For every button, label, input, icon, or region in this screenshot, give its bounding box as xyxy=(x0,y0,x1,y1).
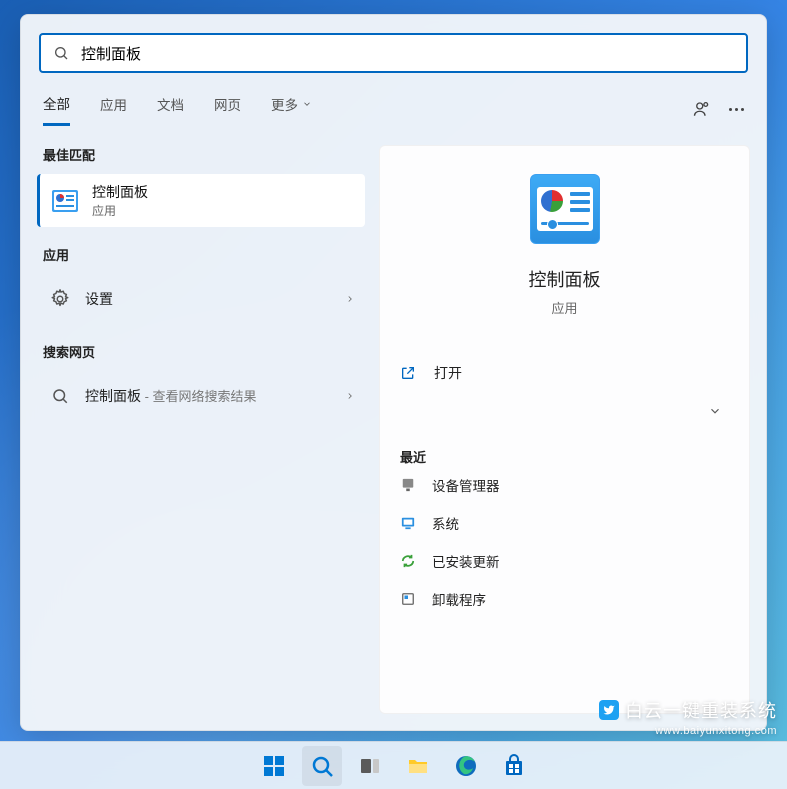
best-match-sub: 应用 xyxy=(92,202,148,219)
search-box[interactable] xyxy=(39,33,748,73)
tab-web[interactable]: 网页 xyxy=(214,94,241,124)
best-match-header: 最佳匹配 xyxy=(43,145,365,164)
search-icon xyxy=(47,383,73,409)
expand-button[interactable] xyxy=(701,397,729,425)
uninstall-icon xyxy=(400,591,416,607)
file-explorer-button[interactable] xyxy=(398,746,438,786)
task-view-button[interactable] xyxy=(350,746,390,786)
watermark: 白云一键重装系统 www.baiyunxitong.com xyxy=(599,697,777,737)
tabs-row: 全部 应用 文档 网页 更多 xyxy=(21,91,766,127)
recent-uninstall[interactable]: 卸载程序 xyxy=(400,580,729,618)
tab-docs[interactable]: 文档 xyxy=(157,94,184,124)
preview-title: 控制面板 xyxy=(400,266,729,292)
control-panel-icon-large xyxy=(530,174,600,244)
device-manager-icon xyxy=(400,477,416,493)
account-icon[interactable] xyxy=(693,100,711,118)
watermark-url: www.baiyunxitong.com xyxy=(599,725,777,737)
taskbar xyxy=(0,741,787,789)
web-search-label: 控制面板 - 查看网络搜索结果 xyxy=(85,386,333,406)
tab-more-label: 更多 xyxy=(271,94,298,114)
watermark-title: 白云一键重装系统 xyxy=(625,697,777,723)
open-label: 打开 xyxy=(434,363,729,383)
best-match-title: 控制面板 xyxy=(92,182,148,202)
recent-updates[interactable]: 已安装更新 xyxy=(400,542,729,580)
settings-item[interactable]: 设置 xyxy=(37,274,365,324)
open-icon xyxy=(400,365,416,381)
tab-all[interactable]: 全部 xyxy=(43,93,70,126)
open-button[interactable]: 打开 xyxy=(400,357,729,389)
start-button[interactable] xyxy=(254,746,294,786)
search-panel: 全部 应用 文档 网页 更多 最佳匹配 控制面板 应用 xyxy=(20,14,767,731)
preview-sub: 应用 xyxy=(400,298,729,317)
preview-pane: 控制面板 应用 打开 最近 设备管理器 系统 已安装更新 xyxy=(379,145,750,714)
updates-icon xyxy=(400,553,416,569)
tab-more[interactable]: 更多 xyxy=(271,94,312,124)
recent-system[interactable]: 系统 xyxy=(400,504,729,542)
chevron-down-icon xyxy=(708,404,722,418)
watermark-badge-icon xyxy=(599,700,619,720)
tab-apps[interactable]: 应用 xyxy=(100,94,127,124)
more-options-button[interactable] xyxy=(729,108,744,111)
web-search-item[interactable]: 控制面板 - 查看网络搜索结果 xyxy=(37,371,365,421)
results-column: 最佳匹配 控制面板 应用 应用 设置 搜索网页 xyxy=(37,145,365,714)
gear-icon xyxy=(47,286,73,312)
search-input[interactable] xyxy=(81,45,734,62)
system-icon xyxy=(400,515,416,531)
store-button[interactable] xyxy=(494,746,534,786)
chevron-down-icon xyxy=(302,99,312,109)
control-panel-icon xyxy=(50,186,80,216)
search-icon xyxy=(53,45,69,61)
settings-label: 设置 xyxy=(85,289,333,309)
chevron-right-icon xyxy=(345,391,355,401)
search-web-header: 搜索网页 xyxy=(43,342,365,361)
edge-button[interactable] xyxy=(446,746,486,786)
recent-header: 最近 xyxy=(400,447,729,466)
recent-device-manager[interactable]: 设备管理器 xyxy=(400,466,729,504)
taskbar-search-button[interactable] xyxy=(302,746,342,786)
chevron-right-icon xyxy=(345,294,355,304)
best-match-item[interactable]: 控制面板 应用 xyxy=(37,174,365,227)
apps-header: 应用 xyxy=(43,245,365,264)
